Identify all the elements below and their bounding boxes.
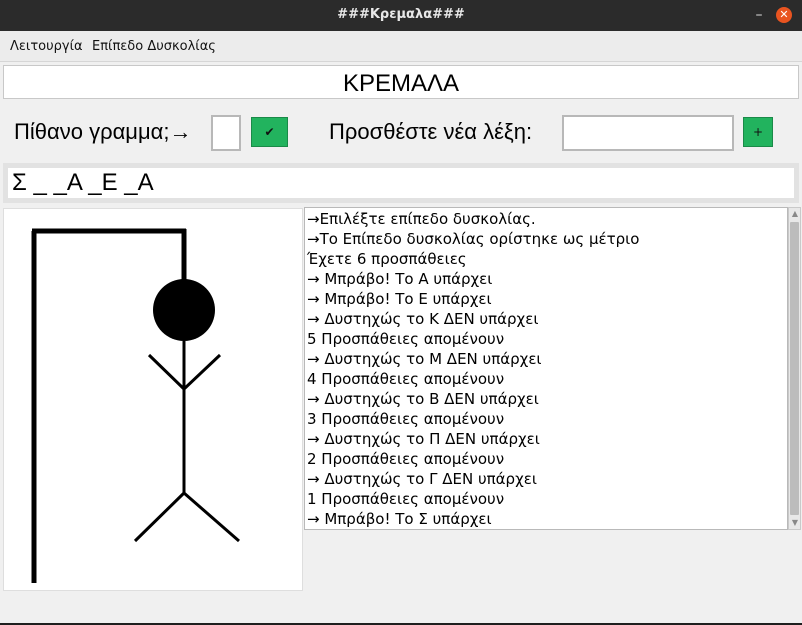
scroll-up-icon[interactable]: ▲ [790,209,800,219]
title-bar: ###Κρεμαλα### – ✕ [0,0,802,31]
guess-label: Πίθανο γραμμα;→ [14,119,192,144]
hangman-right-leg [183,491,240,543]
log-line: 3 Προσπάθειες απομένουν [307,410,505,428]
log-line: Έχετε 6 προσπάθειες [307,250,467,268]
log-line: 1 Προσπάθειες απομένουν [307,490,505,508]
scrollbar-thumb[interactable] [790,222,799,515]
plus-icon: + [752,125,764,139]
menu-item-difficulty[interactable]: Επίπεδο Δυσκολίας [92,39,216,54]
game-log[interactable]: →Επιλέξτε επίπεδο δυσκολίας. →Το Επίπεδο … [304,207,788,530]
log-line: → Δυστηχώς το Γ ΔΕΝ υπάρχει [307,470,537,488]
log-line: → Δυστηχώς το Μ ΔΕΝ υπάρχει [307,350,542,368]
log-line: 4 Προσπάθειες απομένουν [307,370,505,388]
log-line: → Μπράβο! Το Α υπάρχει [307,270,493,288]
hangman-left-leg [133,491,186,543]
hangman-right-arm [182,353,222,391]
log-line: 5 Προσπάθειες απομένουν [307,330,505,348]
game-title: ΚΡΕΜΑΛΑ [3,65,799,99]
minimize-icon[interactable]: – [751,7,767,23]
close-icon[interactable]: ✕ [776,7,792,23]
hangman-left-arm [147,353,186,391]
scroll-down-icon[interactable]: ▼ [790,518,800,528]
submit-guess-button[interactable]: ✔ [251,117,288,147]
log-line: 2 Προσπάθειες απομένουν [307,450,505,468]
hangman-drawing [31,228,240,583]
hangman-canvas [3,208,303,591]
new-word-input[interactable] [562,115,734,151]
menu-item-function[interactable]: Λειτουργία [10,39,83,54]
log-line: → Δυστηχώς το Κ ΔΕΝ υπάρχει [307,310,539,328]
log-line: → Δυστηχώς το Π ΔΕΝ υπάρχει [307,430,540,448]
log-line: → Δυστηχώς το Β ΔΕΝ υπάρχει [307,390,539,408]
guess-letter-input[interactable] [211,115,241,151]
hidden-word-display: Σ _ _Α _Ε _Α [3,163,799,203]
window-title: ###Κρεμαλα### [337,7,465,22]
menu-bar: Λειτουργία Επίπεδο Δυσκολίας [0,31,802,62]
log-line: →Επιλέξτε επίπεδο δυσκολίας. [307,210,536,228]
hangman-head [153,279,215,341]
log-line: →Το Επίπεδο δυσκολίας ορίστηκε ως μέτριο [307,230,640,248]
add-word-label: Προσθέστε νέα λέξη: [329,119,533,144]
log-scrollbar[interactable]: ▲ ▼ [788,207,801,530]
checkmark-icon: ✔ [264,125,275,139]
log-line: → Μπράβο! Το Ε υπάρχει [307,290,492,308]
add-word-button[interactable]: + [743,117,773,147]
log-line: → Μπράβο! Το Σ υπάρχει [307,510,492,528]
